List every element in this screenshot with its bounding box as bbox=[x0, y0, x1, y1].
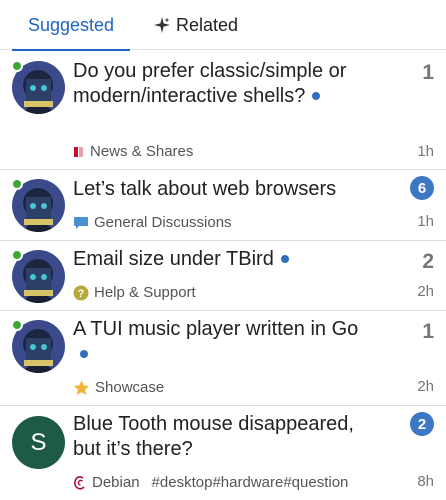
online-indicator bbox=[11, 60, 23, 72]
tag-list: #desktop#hardware#question bbox=[152, 474, 349, 491]
activity-age[interactable]: 2h bbox=[417, 283, 434, 300]
topic-row[interactable]: A TUI music player written in Go Showcas… bbox=[0, 311, 446, 406]
activity-age[interactable]: 1h bbox=[417, 213, 434, 230]
topic-tabs: Suggested Related bbox=[0, 0, 446, 51]
tag-hardware[interactable]: #hardware bbox=[212, 474, 283, 491]
tab-suggested[interactable]: Suggested bbox=[12, 0, 130, 51]
letter-avatar: S bbox=[12, 416, 65, 469]
activity-age[interactable]: 2h bbox=[417, 378, 434, 395]
topic-title[interactable]: Email size under TBird bbox=[73, 247, 373, 272]
new-topic-dot bbox=[80, 349, 88, 358]
online-indicator bbox=[11, 178, 23, 190]
sparkle-icon bbox=[153, 17, 170, 33]
tab-suggested-label: Suggested bbox=[27, 14, 115, 35]
reply-count[interactable]: 2 bbox=[422, 250, 434, 274]
topic-row[interactable]: Let’s talk about web browsers General Di… bbox=[0, 170, 446, 241]
star-icon bbox=[73, 380, 90, 396]
topic-title[interactable]: A TUI music player written in Go bbox=[73, 317, 363, 367]
topic-title[interactable]: Blue Tooth mouse disappeared, but it’s t… bbox=[73, 412, 363, 462]
category-badge[interactable]: Debian #desktop#hardware#question bbox=[73, 474, 348, 491]
unread-count-badge[interactable]: 2 bbox=[410, 412, 434, 436]
activity-age[interactable]: 1h bbox=[417, 143, 434, 160]
category-badge[interactable]: Showcase bbox=[73, 379, 164, 396]
reply-count[interactable]: 1 bbox=[422, 320, 434, 344]
topic-row[interactable]: Do you prefer classic/simple or modern/i… bbox=[0, 51, 446, 170]
activity-age[interactable]: 8h bbox=[417, 473, 434, 490]
tab-related[interactable]: Related bbox=[150, 0, 242, 50]
svg-text:?: ? bbox=[78, 288, 85, 300]
unread-count-badge[interactable]: 6 bbox=[410, 176, 434, 200]
avatar[interactable] bbox=[11, 178, 65, 232]
new-topic-dot bbox=[280, 254, 289, 263]
online-indicator bbox=[11, 319, 23, 331]
question-circle-icon: ? bbox=[73, 285, 89, 301]
avatar[interactable] bbox=[11, 60, 65, 114]
tab-related-label: Related bbox=[175, 14, 239, 35]
topic-row[interactable]: Email size under TBird ? Help & Support … bbox=[0, 241, 446, 311]
topic-title[interactable]: Do you prefer classic/simple or modern/i… bbox=[73, 59, 373, 109]
new-topic-dot bbox=[312, 91, 321, 100]
online-indicator bbox=[11, 249, 23, 261]
tag-question[interactable]: #question bbox=[283, 474, 348, 491]
category-badge[interactable]: ? Help & Support bbox=[73, 284, 196, 301]
avatar[interactable] bbox=[11, 249, 65, 303]
avatar[interactable] bbox=[11, 319, 65, 373]
category-badge[interactable]: News & Shares bbox=[73, 143, 193, 160]
tag-desktop[interactable]: #desktop bbox=[152, 474, 213, 491]
speech-bubble-icon bbox=[73, 216, 89, 230]
debian-swirl-icon bbox=[73, 475, 87, 491]
reply-count[interactable]: 1 bbox=[422, 61, 434, 85]
flag-icon bbox=[73, 146, 85, 158]
topic-row[interactable]: S Blue Tooth mouse disappeared, but it’s… bbox=[0, 406, 446, 500]
topic-title[interactable]: Let’s talk about web browsers bbox=[73, 177, 373, 202]
category-badge[interactable]: General Discussions bbox=[73, 214, 232, 231]
avatar[interactable]: S bbox=[12, 416, 65, 469]
